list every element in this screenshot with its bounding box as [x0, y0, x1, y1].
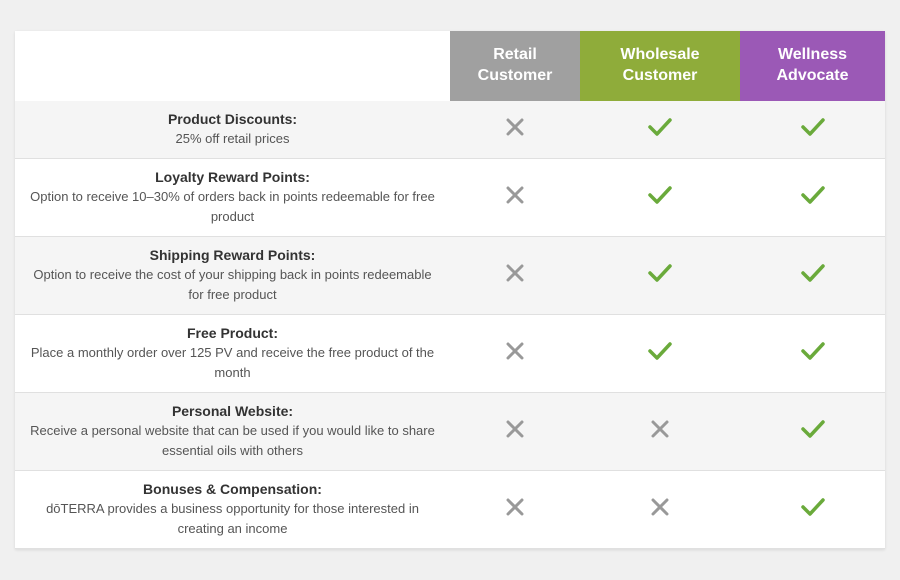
retail-cell [450, 159, 580, 237]
retail-cell [450, 237, 580, 315]
cross-icon [503, 495, 527, 519]
cross-icon [648, 417, 672, 441]
feature-title: Product Discounts: [29, 111, 436, 127]
header-retail: RetailCustomer [450, 31, 580, 101]
table-row: Bonuses & Compensation: dōTERRA provides… [15, 471, 885, 549]
feature-desc: Option to receive 10–30% of orders back … [29, 187, 436, 226]
table-row: Free Product: Place a monthly order over… [15, 315, 885, 393]
check-icon [646, 181, 674, 209]
wholesale-cell [580, 315, 740, 393]
table-row: Shipping Reward Points: Option to receiv… [15, 237, 885, 315]
cross-icon [503, 183, 527, 207]
header-wholesale: WholesaleCustomer [580, 31, 740, 101]
wholesale-cell [580, 159, 740, 237]
feature-cell: Loyalty Reward Points: Option to receive… [15, 159, 450, 237]
feature-desc: Place a monthly order over 125 PV and re… [29, 343, 436, 382]
feature-title: Bonuses & Compensation: [29, 481, 436, 497]
cross-icon [503, 115, 527, 139]
wholesale-cell [580, 101, 740, 159]
check-icon [799, 181, 827, 209]
header-wellness: WellnessAdvocate [740, 31, 885, 101]
check-icon [799, 259, 827, 287]
check-icon [646, 337, 674, 365]
feature-title: Personal Website: [29, 403, 436, 419]
wellness-cell [740, 315, 885, 393]
header-feature-col [15, 31, 450, 101]
wellness-cell [740, 237, 885, 315]
feature-title: Free Product: [29, 325, 436, 341]
feature-desc: Receive a personal website that can be u… [29, 421, 436, 460]
table-row: Loyalty Reward Points: Option to receive… [15, 159, 885, 237]
check-icon [799, 493, 827, 521]
cross-icon [648, 495, 672, 519]
retail-cell [450, 315, 580, 393]
cross-icon [503, 339, 527, 363]
wellness-cell [740, 393, 885, 471]
feature-cell: Free Product: Place a monthly order over… [15, 315, 450, 393]
feature-cell: Shipping Reward Points: Option to receiv… [15, 237, 450, 315]
feature-desc: Option to receive the cost of your shipp… [29, 265, 436, 304]
cross-icon [503, 417, 527, 441]
feature-title: Loyalty Reward Points: [29, 169, 436, 185]
check-icon [646, 259, 674, 287]
retail-cell [450, 101, 580, 159]
wholesale-cell [580, 393, 740, 471]
wellness-cell [740, 101, 885, 159]
check-icon [799, 113, 827, 141]
feature-desc: dōTERRA provides a business opportunity … [29, 499, 436, 538]
check-icon [646, 113, 674, 141]
table-row: Personal Website: Receive a personal web… [15, 393, 885, 471]
retail-cell [450, 393, 580, 471]
wholesale-cell [580, 237, 740, 315]
table-row: Product Discounts: 25% off retail prices [15, 101, 885, 159]
feature-cell: Personal Website: Receive a personal web… [15, 393, 450, 471]
feature-cell: Product Discounts: 25% off retail prices [15, 101, 450, 159]
cross-icon [503, 261, 527, 285]
check-icon [799, 337, 827, 365]
retail-cell [450, 471, 580, 549]
feature-title: Shipping Reward Points: [29, 247, 436, 263]
feature-cell: Bonuses & Compensation: dōTERRA provides… [15, 471, 450, 549]
comparison-table: RetailCustomer WholesaleCustomer Wellnes… [15, 31, 885, 549]
feature-desc: 25% off retail prices [29, 129, 436, 149]
wellness-cell [740, 159, 885, 237]
check-icon [799, 415, 827, 443]
wellness-cell [740, 471, 885, 549]
wholesale-cell [580, 471, 740, 549]
